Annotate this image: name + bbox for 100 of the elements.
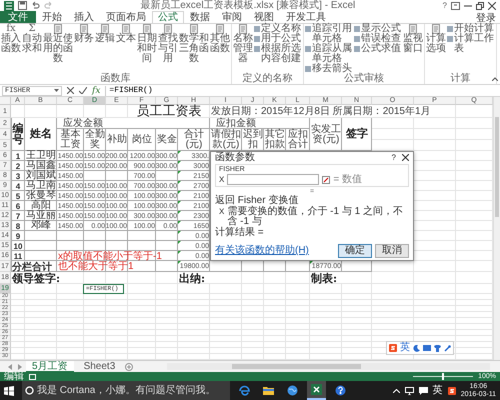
ribbon-button[interactable]: 用于公式 (254, 34, 302, 44)
sheet-title: 员工工资表 (136, 105, 202, 118)
row-index: 8 (16, 222, 20, 230)
argument-field[interactable] (227, 174, 320, 185)
employee-name: 马亚丽 (26, 211, 56, 221)
vertical-scrollbar[interactable] (493, 97, 500, 360)
ribbon-button[interactable]: 显示公式 (354, 24, 402, 34)
start-icon[interactable] (4, 386, 14, 396)
ribbon-tab[interactable]: 插入 (68, 11, 100, 23)
moon-icon[interactable] (413, 344, 420, 352)
caret-icon[interactable] (392, 388, 400, 392)
ribbon-button[interactable]: 最近使用的函数 (43, 24, 73, 74)
employee-name: 张曼琴 (26, 191, 56, 201)
wrench-icon[interactable] (444, 344, 451, 352)
ribbon-button[interactable]: 开始计算 (447, 24, 495, 34)
document-icon (216, 24, 224, 34)
ribbon-button[interactable]: 查找与引用 (158, 24, 178, 74)
note-text: 也不能大于等于1 (58, 262, 134, 272)
cancel-icon[interactable] (67, 87, 74, 94)
ribbon-button[interactable]: 名称管理器 (233, 24, 253, 74)
range-picker-icon[interactable] (322, 176, 330, 184)
sheet-tab[interactable]: Sheet3 (78, 361, 122, 372)
ribbon-button[interactable]: 监视窗口 (403, 24, 423, 74)
employee-name: 马卫南 (26, 181, 56, 191)
sheet-tab[interactable]: 5月工资 (26, 361, 74, 372)
message-icon[interactable] (418, 386, 428, 394)
dialog-button[interactable]: 确定 (338, 244, 372, 258)
ime-logo-icon[interactable] (448, 386, 456, 394)
dialog-button[interactable]: 取消 (375, 244, 409, 258)
argument-result: = 数值 (333, 174, 362, 184)
square-icon (305, 26, 311, 32)
note-text: x的取值不能小于等于-1 (58, 252, 162, 262)
column-heading: 编号 (12, 124, 24, 146)
restore-icon[interactable] (476, 2, 484, 10)
ribbon-tab[interactable]: 公式 (152, 11, 184, 23)
signature-label: 出纳: (179, 270, 206, 286)
next-sheet-icon[interactable] (17, 364, 22, 370)
column-heading: 签字 (346, 129, 368, 140)
help-button[interactable]: ? (442, 1, 447, 10)
undo-icon[interactable] (31, 1, 40, 10)
search-field[interactable]: 我是 Cortana，小娜。有问题尽管问我。 (22, 381, 230, 400)
help-button[interactable]: ? (392, 153, 396, 162)
ribbon-button[interactable]: 根据所选内容创建 (254, 44, 302, 64)
ribbon-button[interactable]: 公式求值 (354, 44, 402, 54)
add-sheet-icon[interactable] (125, 362, 134, 370)
network-icon[interactable] (404, 386, 414, 394)
ribbon-button[interactable]: 文本 (116, 24, 136, 74)
ribbon-tab[interactable]: 数据 (184, 11, 216, 23)
square-icon (254, 26, 260, 32)
ribbon-button[interactable]: 定义名称 (254, 24, 302, 34)
collapse-icon[interactable] (492, 77, 498, 81)
ribbon-tab[interactable]: 页面布局 (100, 11, 152, 23)
ribbon-button[interactable]: 财务 (74, 24, 94, 74)
document-icon (101, 24, 109, 34)
slider-thumb[interactable] (442, 373, 444, 380)
sign-in-link[interactable]: 登录 (476, 11, 500, 23)
ribbon-tab[interactable]: 视图 (248, 11, 280, 23)
square-icon (447, 26, 453, 32)
argument-description: 需要变换的数值，介于 -1 与 1 之间，不含 -1 与 (227, 207, 404, 227)
shirt-icon[interactable] (434, 344, 441, 352)
ribbon-button[interactable]: 逻辑 (95, 24, 115, 74)
ribbon-tab[interactable]: 开发工具 (280, 11, 332, 23)
column-heading: 岗位 (132, 135, 152, 145)
document-icon (409, 24, 417, 34)
input-mode[interactable]: 英 (400, 343, 410, 353)
close-icon[interactable] (402, 154, 409, 161)
previous-sheet-icon[interactable] (8, 364, 13, 370)
input-mode[interactable]: 英 (432, 386, 443, 396)
ribbon-button[interactable]: 计算工作表 (447, 34, 495, 54)
row-index: 7 (16, 212, 20, 220)
insert-function-button[interactable]: fx (92, 86, 100, 96)
enter-icon[interactable] (79, 87, 87, 94)
ribbon-button[interactable]: fx 插入函数 (1, 24, 21, 74)
spreadsheet-icon[interactable] (307, 381, 326, 400)
group-label: 计算 (450, 74, 470, 84)
signature-label: 制表: (311, 270, 338, 286)
ribbon-button[interactable]: 数学和三角函数 (179, 24, 209, 74)
row-index: 11 (14, 252, 22, 260)
horizontal-scrollbar[interactable] (167, 363, 490, 370)
ribbon-button[interactable]: 移去箭头 (305, 64, 353, 74)
group-label: 定义的名称 (242, 74, 292, 84)
ribbon-tab[interactable]: 审阅 (216, 11, 248, 23)
ribbon-button[interactable]: 追踪引用单元格 (305, 24, 353, 44)
ribbon-display-icon[interactable] (451, 2, 460, 10)
ribbon-button[interactable]: 日期和时间 (137, 24, 157, 74)
employee-name: 高阳 (31, 201, 51, 211)
ribbon-button[interactable]: 计算选项 (426, 24, 446, 74)
ribbon-button[interactable]: Σ 自动求和 (22, 24, 42, 74)
document-icon (122, 24, 130, 34)
save-icon[interactable] (18, 1, 27, 10)
column-heading: 迟到扣 (242, 130, 264, 150)
ribbon-button[interactable]: 其他函数 (210, 24, 230, 74)
function-description: 返回 Fisher 变换值 (215, 196, 298, 206)
macro-icon[interactable] (29, 374, 36, 380)
ribbon-tab[interactable]: 开始 (36, 11, 68, 23)
ribbon-button[interactable]: 错误检查 (354, 34, 402, 44)
help-link[interactable]: 有关该函数的帮助(H) (215, 246, 309, 256)
ribbon-button[interactable]: 追踪从属单元格 (305, 44, 353, 64)
close-icon[interactable] (488, 2, 496, 10)
ribbon-tab[interactable]: 文件 (0, 11, 36, 23)
